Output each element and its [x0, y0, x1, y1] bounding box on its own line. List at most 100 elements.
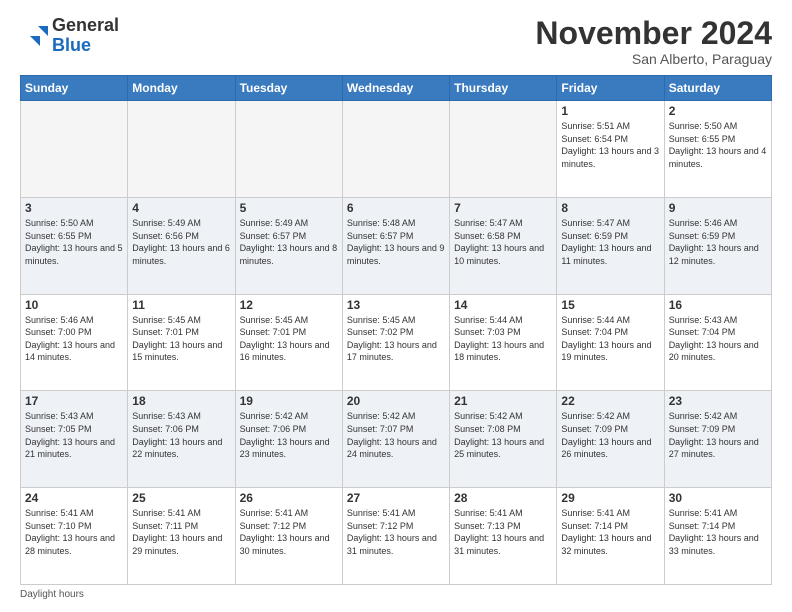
- calendar-week-2: 3Sunrise: 5:50 AMSunset: 6:55 PMDaylight…: [21, 197, 772, 294]
- day-info: Sunrise: 5:46 AMSunset: 6:59 PMDaylight:…: [669, 217, 767, 267]
- day-number: 29: [561, 491, 659, 505]
- day-info: Sunrise: 5:41 AMSunset: 7:12 PMDaylight:…: [240, 507, 338, 557]
- day-number: 8: [561, 201, 659, 215]
- calendar-cell: 7Sunrise: 5:47 AMSunset: 6:58 PMDaylight…: [450, 197, 557, 294]
- day-number: 22: [561, 394, 659, 408]
- col-monday: Monday: [128, 76, 235, 101]
- day-info: Sunrise: 5:42 AMSunset: 7:09 PMDaylight:…: [669, 410, 767, 460]
- calendar-cell: 29 Sunrise: 5:41 AMSunset: 7:14 PMDayligh…: [557, 488, 664, 585]
- col-wednesday: Wednesday: [342, 76, 449, 101]
- day-info: Sunrise: 5:42 AMSunset: 7:09 PMDaylight:…: [561, 410, 659, 460]
- day-info: Sunrise: 5:41 AMSunset: 7:10 PMDaylight:…: [25, 507, 123, 557]
- calendar-week-1: 1 Sunrise: 5:51 AMSunset: 6:54 PMDaylight…: [21, 101, 772, 198]
- month-title: November 2024: [535, 16, 772, 51]
- day-number: 25: [132, 491, 230, 505]
- location: San Alberto, Paraguay: [535, 51, 772, 67]
- logo: General Blue: [20, 16, 119, 56]
- calendar-cell: 21Sunrise: 5:42 AMSunset: 7:08 PMDayligh…: [450, 391, 557, 488]
- calendar-cell: 20 Sunrise: 5:42 AMSunset: 7:07 PMDayligh…: [342, 391, 449, 488]
- day-number: 24: [25, 491, 123, 505]
- calendar-cell: 16Sunrise: 5:43 AMSunset: 7:04 PMDayligh…: [664, 294, 771, 391]
- col-saturday: Saturday: [664, 76, 771, 101]
- day-info: Sunrise: 5:47 AMSunset: 6:59 PMDaylight:…: [561, 217, 659, 267]
- col-thursday: Thursday: [450, 76, 557, 101]
- col-tuesday: Tuesday: [235, 76, 342, 101]
- calendar-cell: 6 Sunrise: 5:48 AMSunset: 6:57 PMDaylight…: [342, 197, 449, 294]
- calendar-cell: [235, 101, 342, 198]
- day-info: Sunrise: 5:41 AMSunset: 7:11 PMDaylight:…: [132, 507, 230, 557]
- calendar-cell: [450, 101, 557, 198]
- calendar-cell: 23Sunrise: 5:42 AMSunset: 7:09 PMDayligh…: [664, 391, 771, 488]
- day-info: Sunrise: 5:42 AMSunset: 7:07 PMDaylight:…: [347, 410, 445, 460]
- day-number: 10: [25, 298, 123, 312]
- calendar-cell: 10Sunrise: 5:46 AMSunset: 7:00 PMDayligh…: [21, 294, 128, 391]
- calendar-cell: 17 Sunrise: 5:43 AMSunset: 7:05 PMDayligh…: [21, 391, 128, 488]
- day-number: 15: [561, 298, 659, 312]
- logo-icon: [20, 22, 48, 50]
- day-info: Sunrise: 5:48 AMSunset: 6:57 PMDaylight:…: [347, 217, 445, 267]
- day-info: Sunrise: 5:49 AMSunset: 6:56 PMDaylight:…: [132, 217, 230, 267]
- calendar: Sunday Monday Tuesday Wednesday Thursday…: [20, 75, 772, 585]
- day-info: Sunrise: 5:50 AMSunset: 6:55 PMDaylight:…: [669, 120, 767, 170]
- day-info: Sunrise: 5:42 AMSunset: 7:06 PMDaylight:…: [240, 410, 338, 460]
- calendar-cell: 27 Sunrise: 5:41 AMSunset: 7:12 PMDayligh…: [342, 488, 449, 585]
- calendar-cell: 15 Sunrise: 5:44 AMSunset: 7:04 PMDayligh…: [557, 294, 664, 391]
- day-info: Sunrise: 5:45 AMSunset: 7:01 PMDaylight:…: [240, 314, 338, 364]
- col-friday: Friday: [557, 76, 664, 101]
- calendar-cell: 30Sunrise: 5:41 AMSunset: 7:14 PMDayligh…: [664, 488, 771, 585]
- day-info: Sunrise: 5:41 AMSunset: 7:13 PMDaylight:…: [454, 507, 552, 557]
- footer-note: Daylight hours: [20, 589, 772, 600]
- day-info: Sunrise: 5:44 AMSunset: 7:03 PMDaylight:…: [454, 314, 552, 364]
- day-number: 14: [454, 298, 552, 312]
- day-info: Sunrise: 5:43 AMSunset: 7:05 PMDaylight:…: [25, 410, 123, 460]
- calendar-cell: 18Sunrise: 5:43 AMSunset: 7:06 PMDayligh…: [128, 391, 235, 488]
- calendar-cell: 11Sunrise: 5:45 AMSunset: 7:01 PMDayligh…: [128, 294, 235, 391]
- day-number: 5: [240, 201, 338, 215]
- calendar-cell: 24 Sunrise: 5:41 AMSunset: 7:10 PMDayligh…: [21, 488, 128, 585]
- calendar-cell: 14 Sunrise: 5:44 AMSunset: 7:03 PMDayligh…: [450, 294, 557, 391]
- day-info: Sunrise: 5:47 AMSunset: 6:58 PMDaylight:…: [454, 217, 552, 267]
- day-number: 17: [25, 394, 123, 408]
- day-number: 1: [561, 104, 659, 118]
- calendar-week-4: 17 Sunrise: 5:43 AMSunset: 7:05 PMDayligh…: [21, 391, 772, 488]
- calendar-cell: 2 Sunrise: 5:50 AMSunset: 6:55 PMDaylight…: [664, 101, 771, 198]
- day-number: 27: [347, 491, 445, 505]
- day-info: Sunrise: 5:49 AMSunset: 6:57 PMDaylight:…: [240, 217, 338, 267]
- day-info: Sunrise: 5:44 AMSunset: 7:04 PMDaylight:…: [561, 314, 659, 364]
- calendar-cell: 1 Sunrise: 5:51 AMSunset: 6:54 PMDaylight…: [557, 101, 664, 198]
- day-number: 4: [132, 201, 230, 215]
- day-info: Sunrise: 5:45 AMSunset: 7:02 PMDaylight:…: [347, 314, 445, 364]
- header-row: Sunday Monday Tuesday Wednesday Thursday…: [21, 76, 772, 101]
- day-number: 19: [240, 394, 338, 408]
- day-info: Sunrise: 5:45 AMSunset: 7:01 PMDaylight:…: [132, 314, 230, 364]
- day-number: 26: [240, 491, 338, 505]
- calendar-cell: [342, 101, 449, 198]
- calendar-cell: 28Sunrise: 5:41 AMSunset: 7:13 PMDayligh…: [450, 488, 557, 585]
- day-info: Sunrise: 5:51 AMSunset: 6:54 PMDaylight:…: [561, 120, 659, 170]
- day-number: 30: [669, 491, 767, 505]
- calendar-week-3: 10Sunrise: 5:46 AMSunset: 7:00 PMDayligh…: [21, 294, 772, 391]
- day-number: 2: [669, 104, 767, 118]
- day-info: Sunrise: 5:41 AMSunset: 7:14 PMDaylight:…: [561, 507, 659, 557]
- day-info: Sunrise: 5:41 AMSunset: 7:12 PMDaylight:…: [347, 507, 445, 557]
- day-number: 21: [454, 394, 552, 408]
- day-number: 20: [347, 394, 445, 408]
- day-number: 6: [347, 201, 445, 215]
- calendar-cell: 3Sunrise: 5:50 AMSunset: 6:55 PMDaylight…: [21, 197, 128, 294]
- logo-text: General Blue: [52, 16, 119, 56]
- calendar-cell: [128, 101, 235, 198]
- calendar-cell: 8 Sunrise: 5:47 AMSunset: 6:59 PMDaylight…: [557, 197, 664, 294]
- day-number: 16: [669, 298, 767, 312]
- header: General Blue November 2024 San Alberto, …: [20, 16, 772, 67]
- title-area: November 2024 San Alberto, Paraguay: [535, 16, 772, 67]
- calendar-cell: 26 Sunrise: 5:41 AMSunset: 7:12 PMDayligh…: [235, 488, 342, 585]
- day-number: 9: [669, 201, 767, 215]
- calendar-cell: 19 Sunrise: 5:42 AMSunset: 7:06 PMDayligh…: [235, 391, 342, 488]
- calendar-week-5: 24 Sunrise: 5:41 AMSunset: 7:10 PMDayligh…: [21, 488, 772, 585]
- col-sunday: Sunday: [21, 76, 128, 101]
- calendar-cell: 25 Sunrise: 5:41 AMSunset: 7:11 PMDayligh…: [128, 488, 235, 585]
- page: General Blue November 2024 San Alberto, …: [0, 0, 792, 612]
- calendar-cell: [21, 101, 128, 198]
- calendar-cell: 4 Sunrise: 5:49 AMSunset: 6:56 PMDaylight…: [128, 197, 235, 294]
- calendar-cell: 12Sunrise: 5:45 AMSunset: 7:01 PMDayligh…: [235, 294, 342, 391]
